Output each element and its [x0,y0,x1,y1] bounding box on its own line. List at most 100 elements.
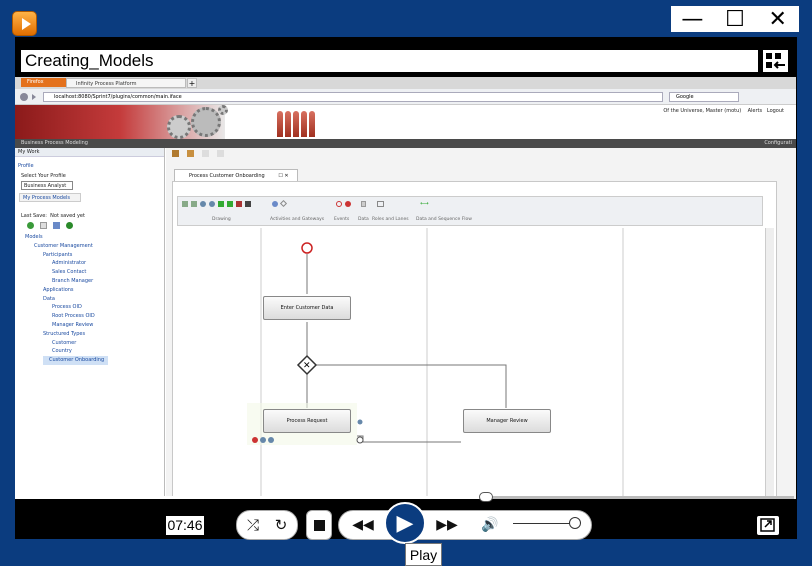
layout-icon[interactable] [202,150,209,157]
add-model-icon[interactable] [27,222,34,229]
tree-item[interactable]: Structured Types [15,330,164,339]
tree-item[interactable]: Process OID [15,303,164,312]
my-process-models-header[interactable]: My Process Models [19,193,81,202]
diagram-connections: ✕ [247,228,624,498]
palette-group-label: Data [358,217,369,222]
alerts-link[interactable]: Alerts [748,108,763,114]
end-event-icon[interactable] [345,201,351,207]
tree-item[interactable]: Customer Onboarding [43,356,109,365]
data-icon[interactable] [361,201,366,207]
move-tool-icon[interactable] [191,201,197,207]
flow-handle-icon[interactable] [357,419,363,425]
tree-item[interactable]: Sales Contact [15,268,164,277]
minimize-button[interactable]: — [671,6,714,32]
connect-icon[interactable] [268,437,274,443]
activity-tools [272,199,288,208]
editor-area: Process Customer Onboarding ☐ ✕ ⟷ Drawin… [166,148,796,499]
task-process-request[interactable]: Process Request [263,409,351,433]
refresh-icon[interactable] [66,222,73,229]
video-content: Firefox Infinity Process Platform + loca… [15,77,796,499]
tree-item[interactable]: Data [15,295,164,304]
model-tree: Models Customer Management Participants Adm… [15,233,164,365]
process-editor: ⟷ Drawing Activities and Gateways Events… [172,181,777,499]
seek-bar[interactable] [24,492,794,502]
timer-icon[interactable] [356,436,364,444]
logout-link[interactable]: Logout [767,108,784,114]
task-manager-review[interactable]: Manager Review [463,409,551,433]
volume-icon[interactable]: 🔊 [478,512,502,538]
palette-group-label: Roles and Lanes [372,217,409,222]
my-work-header[interactable]: My Work [15,148,164,157]
view-toolbar [172,150,224,159]
window-controls: — ☐ ✕ [671,6,799,32]
tree-item[interactable]: Administrator [15,259,164,268]
svg-text:✕: ✕ [303,361,311,371]
people-logo [277,111,315,137]
layout-icon[interactable] [217,150,224,157]
tree-item[interactable]: Root Process OID [15,312,164,321]
maximize-button[interactable]: ☐ [714,6,757,32]
app-logo-icon [12,11,37,36]
diagram-canvas[interactable]: ✕ Enter Customer Data Process Request Ma… [177,228,763,498]
tab-process-customer-onboarding[interactable]: Process Customer Onboarding ☐ ✕ [174,169,298,181]
tree-item[interactable]: Manager Review [15,321,164,330]
activity-icon[interactable] [272,201,278,207]
play-button[interactable]: ▶ [384,502,426,544]
start-event-icon[interactable] [336,201,342,207]
search-box[interactable]: Google [669,92,739,102]
replay-icon[interactable]: ↻ [268,512,294,538]
tree-item[interactable]: Applications [15,286,164,295]
profile-select[interactable]: Business Analyst [21,181,73,190]
gear-icon [218,105,228,115]
delete-icon[interactable] [236,201,242,207]
layout-icon[interactable] [172,150,179,157]
start-event[interactable] [301,242,313,254]
rewind-icon[interactable]: ◀◀ [348,512,378,538]
tree-item[interactable]: Models [15,233,164,242]
save-icon[interactable] [245,201,251,207]
select-profile-label: Select Your Profile [21,173,66,179]
tree-item[interactable]: Country [15,347,164,356]
play-tooltip: Play [405,543,442,566]
shuffle-icon[interactable]: ⤮ [240,512,266,538]
firefox-menu-button[interactable]: Firefox [21,78,66,87]
gateway-icon[interactable] [279,199,288,208]
seek-bar-knob[interactable] [479,492,493,502]
canvas-scrollbar[interactable] [765,228,774,498]
properties-icon[interactable] [260,437,266,443]
gear-icon [167,115,191,139]
url-bar[interactable]: localhost:8080/Sprint7/plugins/common/ma… [43,92,663,102]
browser-tab-bar: Firefox Infinity Process Platform + [15,77,796,89]
tree-item[interactable]: Participants [15,251,164,260]
layout-icon[interactable] [187,150,194,157]
stop-icon [313,519,325,531]
copy-icon[interactable] [53,222,60,229]
undo-icon[interactable] [218,201,224,207]
back-forward-icon[interactable] [19,92,39,102]
tree-item[interactable]: Customer Management [15,242,164,251]
stop-button[interactable] [306,510,332,540]
breadcrumb: Business Process Modeling Configurati [15,139,796,148]
tree-item[interactable]: Branch Manager [15,277,164,286]
new-file-icon[interactable] [40,222,47,229]
new-tab-button[interactable]: + [187,78,197,88]
redo-icon[interactable] [227,201,233,207]
app-banner: Of the Universe, Master (motu) Alerts Lo… [15,105,796,139]
zoom-in-icon[interactable] [200,201,206,207]
browser-tab[interactable]: Infinity Process Platform [66,78,186,88]
zoom-out-icon[interactable] [209,201,215,207]
sequence-flow-icon[interactable]: ⟷ [420,200,429,207]
delete-element-icon[interactable] [252,437,258,443]
fullscreen-button[interactable] [757,516,779,535]
select-tool-icon[interactable] [182,201,188,207]
task-enter-customer-data[interactable]: Enter Customer Data [263,296,351,320]
perspective-label[interactable]: Configurati [764,139,792,148]
tree-item[interactable]: Customer [15,339,164,348]
fast-forward-icon[interactable]: ▶▶ [432,512,462,538]
volume-slider-knob[interactable] [569,517,582,529]
palette-group-label: Activities and Gateways [270,217,325,222]
lane-icon[interactable] [377,201,384,207]
close-button[interactable]: ✕ [756,6,799,32]
playlist-toggle-icon[interactable] [763,50,788,72]
gear-icon [191,107,221,137]
